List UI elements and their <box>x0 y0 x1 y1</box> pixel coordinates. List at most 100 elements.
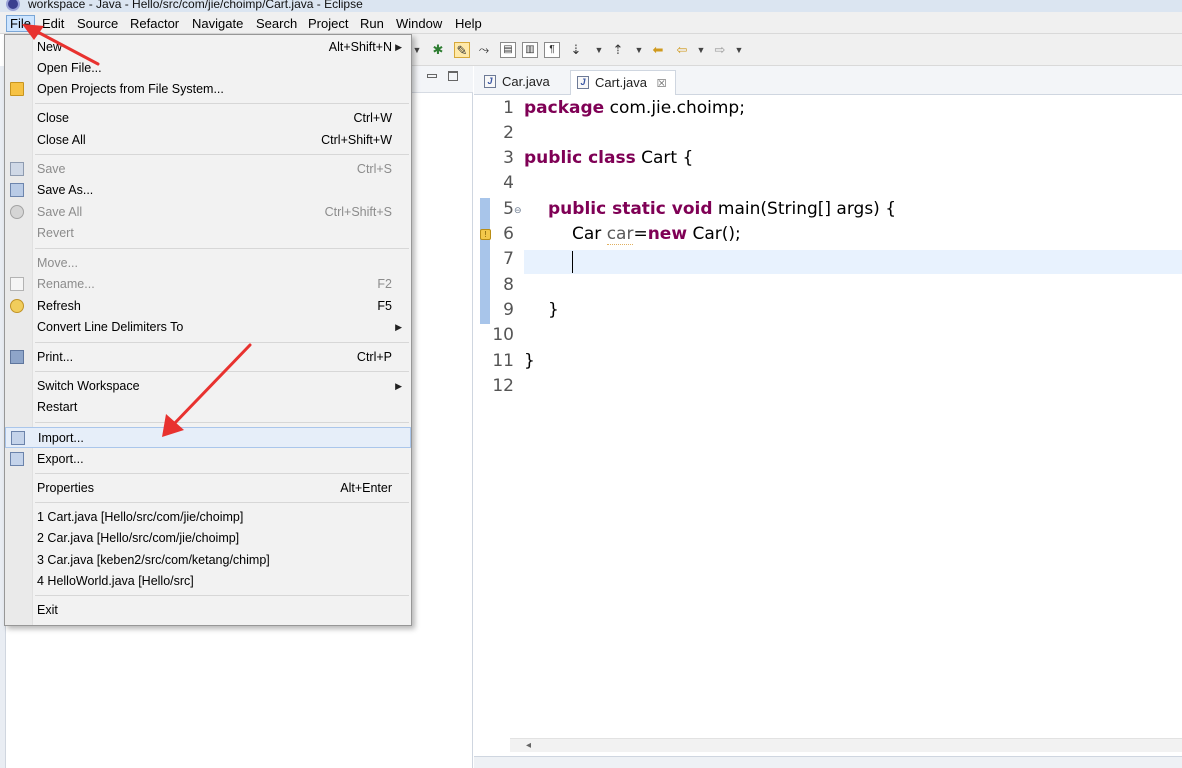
menu-edit[interactable]: Edit <box>39 15 67 32</box>
line-number: 7 <box>503 249 514 269</box>
menu-item-convert-line-delimiters[interactable]: Convert Line Delimiters To ▶ <box>5 317 411 338</box>
menu-refactor[interactable]: Refactor <box>127 15 182 32</box>
menu-source[interactable]: Source <box>74 15 121 32</box>
code-line: package com.jie.choimp; <box>524 96 745 121</box>
menu-item-recent-file[interactable]: 1 Cart.java [Hello/src/com/jie/choimp] <box>5 507 411 528</box>
code-text-segment: main(String[] args) { <box>712 199 897 219</box>
menu-item-label: Revert <box>37 226 74 240</box>
menu-item-export[interactable]: Export... <box>5 449 411 470</box>
fold-collapse-icon[interactable]: ⊖ <box>514 205 522 216</box>
menu-item-refresh[interactable]: Refresh F5 <box>5 296 411 317</box>
toggle-mark-occurrences-icon[interactable]: ✎ <box>454 42 470 58</box>
maximize-icon[interactable] <box>448 71 458 81</box>
menu-item-save-as[interactable]: Save As... <box>5 180 411 201</box>
next-annotation-arrow-icon[interactable]: ⇣ <box>568 42 584 58</box>
next-annotation-icon[interactable]: ⤳ <box>476 42 492 58</box>
menu-item-revert[interactable]: Revert <box>5 223 411 244</box>
menu-item-import[interactable]: Import... <box>5 427 411 448</box>
keyword: public static void <box>548 199 713 219</box>
menu-separator <box>35 473 409 474</box>
chevron-right-icon: ▶ <box>395 322 402 332</box>
menu-help[interactable]: Help <box>452 15 485 32</box>
menu-navigate[interactable]: Navigate <box>189 15 246 32</box>
menu-search[interactable]: Search <box>253 15 300 32</box>
menu-item-label: Refresh <box>37 299 81 313</box>
dropdown-arrow-icon[interactable]: ▼ <box>412 42 422 58</box>
code-text-segment: Cart { <box>635 148 694 168</box>
code-line: public static void main(String[] args) { <box>548 197 896 222</box>
menu-item-label: 1 Cart.java [Hello/src/com/jie/choimp] <box>37 510 244 524</box>
menu-item-save-all[interactable]: Save All Ctrl+Shift+S <box>5 202 411 223</box>
menu-separator <box>35 422 409 423</box>
line-number: 2 <box>503 123 514 143</box>
dropdown-arrow-icon[interactable]: ▼ <box>634 42 644 58</box>
menu-window[interactable]: Window <box>393 15 445 32</box>
menu-item-print[interactable]: Print... Ctrl+P <box>5 347 411 368</box>
dropdown-arrow-icon[interactable]: ▼ <box>734 42 744 58</box>
folder-icon <box>10 82 24 96</box>
last-edit-location-icon[interactable]: ⬅ <box>650 42 666 58</box>
line-number: 4 <box>503 173 514 193</box>
menu-separator <box>35 342 409 343</box>
minimize-icon[interactable] <box>427 74 437 78</box>
keyword: package <box>524 98 605 118</box>
menu-file[interactable]: File <box>6 15 35 32</box>
toggle-block-selection-icon[interactable]: ▥ <box>522 42 538 58</box>
main-toolbar: ▼ ✱ ✎ ⤳ ▤ ▥ ¶ ⇣ ▼ ⇡ ▼ ⬅ ⇦ ▼ ⇨ ▼ <box>410 34 1182 66</box>
dropdown-arrow-icon[interactable]: ▼ <box>696 42 706 58</box>
menu-item-label: Export... <box>37 452 84 466</box>
dropdown-arrow-icon[interactable]: ▼ <box>594 42 604 58</box>
horizontal-scrollbar[interactable]: ◂ <box>510 738 1182 752</box>
menu-item-move[interactable]: Move... <box>5 253 411 274</box>
eclipse-app-icon <box>6 0 20 11</box>
menu-item-label: Restart <box>37 400 78 414</box>
line-number: 1 <box>503 98 514 118</box>
menu-item-shortcut: Ctrl+P <box>356 350 392 364</box>
debug-icon[interactable]: ✱ <box>430 42 446 58</box>
previous-annotation-icon[interactable]: ⇡ <box>610 42 626 58</box>
menu-item-restart[interactable]: Restart <box>5 397 411 418</box>
keyword: public class <box>524 148 636 168</box>
forward-icon[interactable]: ⇨ <box>712 42 728 58</box>
tab-cart-java[interactable]: J Cart.java ☒ <box>570 70 676 95</box>
menu-item-label: Save <box>37 162 66 176</box>
menu-item-label: Print... <box>37 350 74 364</box>
menu-item-close[interactable]: Close Ctrl+W <box>5 108 411 129</box>
title-bar: workspace - Java - Hello/src/com/jie/cho… <box>0 0 1182 12</box>
code-text-segment: } <box>524 351 535 371</box>
menu-run[interactable]: Run <box>357 15 387 32</box>
code-line: Car car=new Car(); <box>572 222 741 247</box>
code-text-segment: com.jie.choimp; <box>604 98 745 118</box>
menu-item-recent-file[interactable]: 2 Car.java [Hello/src/com/jie/choimp] <box>5 528 411 549</box>
import-icon <box>11 431 25 445</box>
menu-separator <box>35 103 409 104</box>
menu-item-recent-file[interactable]: 4 HelloWorld.java [Hello/src] <box>5 571 411 592</box>
tab-car-java[interactable]: J Car.java <box>478 70 558 95</box>
toggle-breadcrumb-icon[interactable]: ▤ <box>500 42 516 58</box>
back-icon[interactable]: ⇦ <box>674 42 690 58</box>
menu-item-new[interactable]: New Alt+Shift+N ▶ <box>5 37 411 58</box>
menu-item-save[interactable]: Save Ctrl+S <box>5 159 411 180</box>
menu-item-label: Open Projects from File System... <box>37 82 224 96</box>
menu-item-rename[interactable]: Rename... F2 <box>5 274 411 295</box>
menu-separator <box>35 154 409 155</box>
menu-item-exit[interactable]: Exit <box>5 600 411 621</box>
menu-separator <box>35 502 409 503</box>
line-number: 5 <box>503 199 514 219</box>
menu-item-close-all[interactable]: Close All Ctrl+Shift+W <box>5 130 411 151</box>
menu-item-open-file[interactable]: Open File... <box>5 58 411 79</box>
menu-item-properties[interactable]: Properties Alt+Enter <box>5 478 411 499</box>
scroll-left-icon[interactable]: ◂ <box>526 739 531 753</box>
menu-item-open-projects[interactable]: Open Projects from File System... <box>5 79 411 100</box>
java-file-icon: J <box>577 76 589 89</box>
warning-icon[interactable]: ! <box>480 229 491 240</box>
menu-item-shortcut: Ctrl+S <box>356 162 392 176</box>
close-icon[interactable]: ☒ <box>657 73 667 96</box>
menu-project[interactable]: Project <box>305 15 351 32</box>
menu-item-shortcut: F5 <box>377 299 392 313</box>
menu-item-recent-file[interactable]: 3 Car.java [keben2/src/com/ketang/chimp] <box>5 550 411 571</box>
show-whitespace-icon[interactable]: ¶ <box>544 42 560 58</box>
menu-item-switch-workspace[interactable]: Switch Workspace ▶ <box>5 376 411 397</box>
export-icon <box>10 452 24 466</box>
line-number: 8 <box>503 275 514 295</box>
